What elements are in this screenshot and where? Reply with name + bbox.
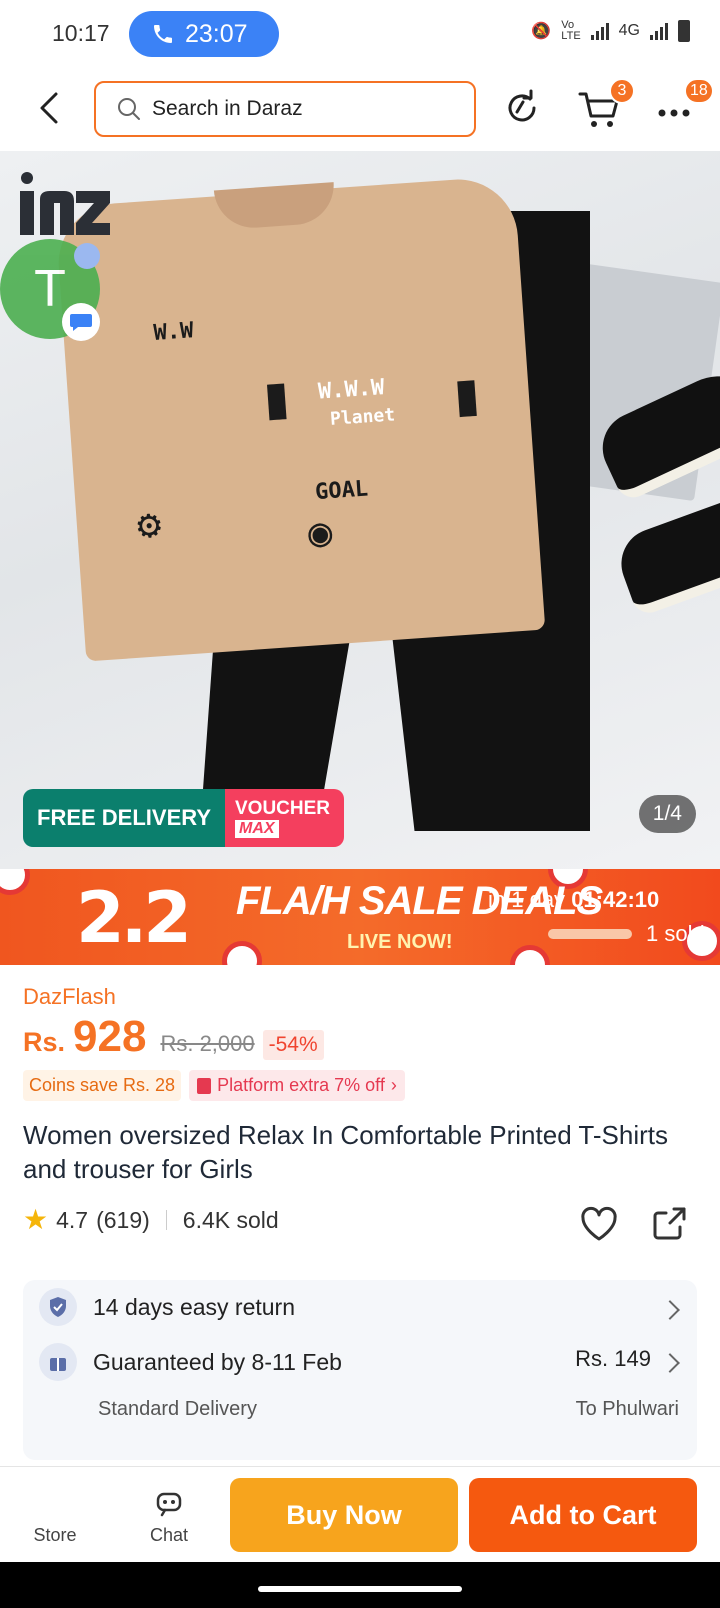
ongoing-call-pill[interactable]: 23:07 (129, 11, 279, 57)
volte-icon: Vo LTE (561, 19, 581, 42)
original-price: Rs. 2,000 (160, 1031, 255, 1056)
cart-button[interactable]: 3 (577, 78, 635, 132)
campaign-logo-22: 2.2 (76, 877, 192, 959)
status-icons: 🔕 Vo LTE 4G (531, 20, 690, 42)
gift-box-icon (39, 1343, 77, 1381)
store-button[interactable]: Store (10, 1481, 100, 1546)
chat-label: Chat (149, 1525, 189, 1545)
sold-progress-bar (548, 929, 632, 939)
signal-icon (590, 22, 609, 40)
flash-sale-live: LIVE NOW! (347, 931, 453, 953)
flash-sale-banner[interactable]: 2.2 FLA/H SALE DEALS LIVE NOW! in 1 day … (0, 869, 720, 965)
campaign-label: DazFlash (23, 984, 116, 1009)
return-policy-row[interactable]: 14 days easy return (39, 1288, 295, 1326)
alarm-clock-decoration (0, 869, 30, 895)
coins-save-chip[interactable]: Coins save Rs. 28 (23, 1070, 182, 1101)
search-placeholder: Search in Daraz (152, 97, 303, 120)
wishlist-heart-icon[interactable] (578, 1203, 620, 1245)
image-counter: 1/4 (638, 795, 696, 833)
flash-countdown: in 1 day 01:42:10 (488, 887, 659, 913)
chat-head-letter: T (34, 260, 66, 318)
cart-count-badge: 3 (609, 78, 635, 104)
chevron-right-icon[interactable] (660, 1300, 680, 1320)
alarm-clock-decoration-4 (510, 945, 550, 965)
voucher-label: VOUCHER (235, 797, 331, 819)
review-count: (619) (96, 1206, 150, 1233)
chat-robot-icon (156, 1492, 182, 1517)
more-button[interactable]: 18 (654, 78, 714, 132)
store-label: Store (33, 1525, 77, 1545)
return-policy-text: 14 days easy return (93, 1293, 296, 1320)
discount-badge: -54% (262, 1030, 324, 1060)
bottom-action-bar: Store Chat Buy Now Add to Cart (0, 1466, 720, 1562)
divider (165, 1210, 167, 1230)
product-image-tshirt: W.W W.W.W Planet GOAL ▮ ▮ ⚙ ◉ (54, 175, 546, 662)
product-image-shoe-2 (611, 484, 720, 618)
signal-icon-2 (650, 22, 668, 40)
top-header: Search in Daraz 3 18 (0, 66, 720, 151)
free-delivery-tag: FREE DELIVERY (23, 789, 225, 847)
current-price: 928 (73, 1012, 147, 1061)
search-icon (118, 98, 140, 120)
chevron-right-icon-2[interactable] (660, 1353, 680, 1373)
back-arrow-icon[interactable] (32, 88, 66, 128)
brand-logo (20, 172, 110, 235)
price-row: Rs. 928 Rs. 2,000 -54% (23, 1012, 324, 1062)
shield-check-icon (39, 1288, 77, 1326)
rating-value: 4.7 (56, 1206, 89, 1233)
voucher-max-tag: VOUCHER MAX (225, 789, 345, 847)
delivery-destination: To Phulwari (575, 1398, 679, 1420)
promo-tags: FREE DELIVERY VOUCHER MAX (23, 789, 345, 847)
delivery-guarantee: Guaranteed by 8-11 Feb (93, 1348, 342, 1375)
voucher-icon (197, 1077, 212, 1094)
rating-row[interactable]: ★ 4.7 (619) 6.4K sold (23, 1206, 279, 1234)
phone-icon (154, 25, 172, 43)
mute-icon: 🔕 (531, 23, 552, 40)
refresh-icon[interactable] (502, 88, 542, 128)
service-card: 14 days easy return Guaranteed by 8-11 F… (23, 1280, 697, 1460)
buy-now-button[interactable]: Buy Now (230, 1478, 458, 1552)
search-input[interactable]: Search in Daraz (94, 81, 476, 137)
add-to-cart-button[interactable]: Add to Cart (469, 1478, 697, 1552)
countdown-time: 01:42:10 (571, 887, 660, 912)
delivery-type: Standard Delivery (98, 1398, 257, 1420)
share-icon[interactable] (650, 1203, 690, 1243)
home-gesture-pill[interactable] (258, 1586, 462, 1592)
offer-chips: Coins save Rs. 28 Platform extra 7% off … (23, 1070, 405, 1101)
network-type: 4G (618, 22, 640, 39)
voucher-max-label: MAX (235, 819, 279, 838)
notification-count-badge: 18 (684, 78, 714, 104)
delivery-price: Rs. 149 (575, 1346, 651, 1371)
alarm-clock-decoration-3 (222, 941, 262, 965)
star-icon: ★ (23, 1204, 49, 1235)
platform-extra-label: Platform extra 7% off (217, 1075, 385, 1095)
chat-head-status-dot (74, 243, 100, 269)
sold-count: 6.4K sold (182, 1206, 279, 1233)
chevron-right-icon: › (390, 1075, 397, 1095)
platform-extra-chip[interactable]: Platform extra 7% off › (189, 1070, 405, 1101)
delivery-row[interactable]: Guaranteed by 8-11 Feb (39, 1343, 342, 1381)
system-nav-bar (0, 1562, 720, 1608)
product-image-gallery[interactable]: W.W W.W.W Planet GOAL ▮ ▮ ⚙ ◉ T FREE DEL… (0, 151, 720, 869)
product-title: Women oversized Relax In Comfortable Pri… (23, 1120, 668, 1184)
countdown-prefix: in 1 day (488, 887, 566, 912)
status-time: 10:17 (52, 20, 110, 46)
chat-button[interactable]: Chat (124, 1481, 214, 1546)
battery-icon (678, 20, 690, 42)
call-timer: 23:07 (185, 19, 248, 48)
flash-sold-count: 1 sold (646, 921, 705, 946)
chat-bubble-icon[interactable] (62, 303, 100, 341)
status-bar: 10:17 23:07 🔕 Vo LTE 4G (0, 0, 720, 66)
price-currency: Rs. (23, 1027, 66, 1057)
